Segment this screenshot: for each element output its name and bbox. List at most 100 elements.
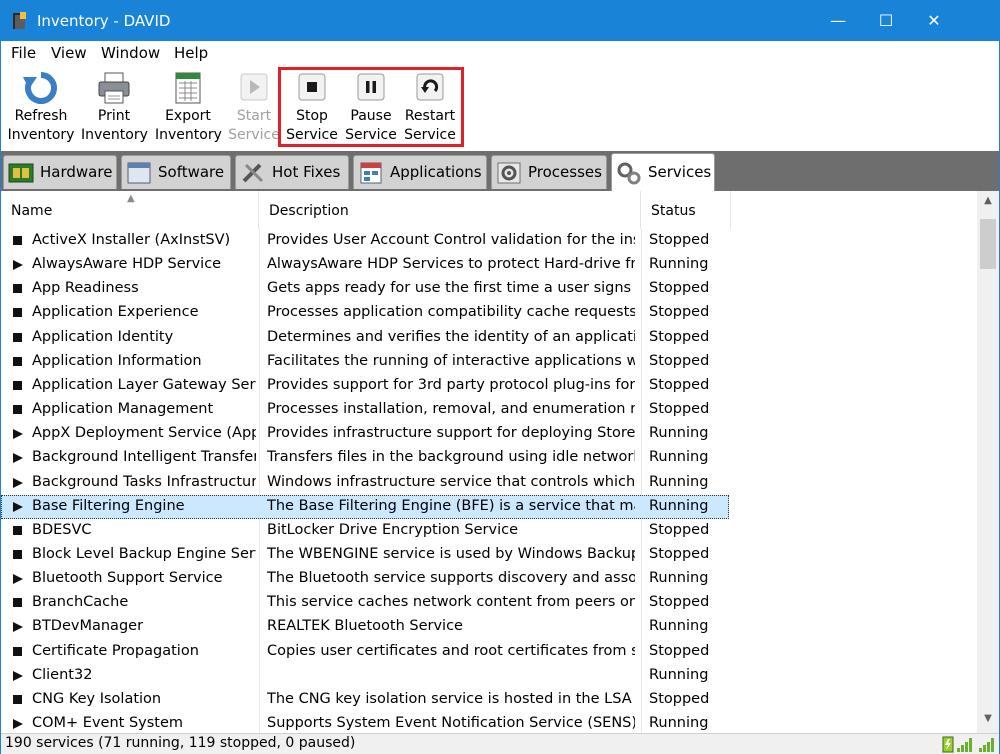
stopped-icon	[13, 405, 22, 415]
service-name: Application Information	[32, 352, 202, 369]
print-label-2: Inventory	[81, 127, 148, 143]
table-row[interactable]: Application Identity Determines and verif…	[1, 326, 729, 350]
service-name: Certificate Propagation	[32, 642, 199, 659]
tab-strip: Hardware Software Hot Fixes Applications…	[1, 151, 999, 191]
export-inventory-button[interactable]: Export Inventory	[155, 67, 222, 149]
table-row[interactable]: Background Tasks Infrastructur... Windows…	[1, 471, 729, 495]
minimize-button[interactable]: —	[815, 1, 861, 41]
service-status: Stopped	[649, 642, 710, 659]
start-label-1: Start	[236, 108, 272, 124]
table-row[interactable]: Application Experience Processes applicat…	[1, 301, 729, 325]
table-row[interactable]: Block Level Backup Engine Serv... The WBE…	[1, 543, 729, 567]
service-name: Background Intelligent Transfer...	[32, 449, 256, 466]
stopped-icon	[13, 356, 22, 366]
maximize-button[interactable]: ☐	[863, 1, 909, 41]
scroll-down-arrow-icon[interactable]: ▼	[977, 713, 999, 731]
table-row[interactable]: Background Intelligent Transfer... Transf…	[1, 446, 729, 470]
column-header-name[interactable]: Name ▲	[1, 191, 259, 229]
menu-help[interactable]: Help	[174, 44, 208, 62]
menu-window[interactable]: Window	[101, 44, 160, 62]
service-name: Application Identity	[32, 328, 174, 345]
close-button[interactable]: ✕	[911, 1, 957, 41]
table-row[interactable]: CNG Key Isolation The CNG key isolation s…	[1, 688, 729, 712]
service-description: Supports System Event Notification Servi…	[267, 715, 635, 731]
service-status: Running	[649, 618, 709, 635]
table-row[interactable]: Application Management Processes installa…	[1, 398, 729, 422]
tab-services[interactable]: Services	[611, 153, 715, 191]
running-icon	[13, 574, 23, 585]
tab-software[interactable]: Software	[121, 155, 231, 189]
status-icons	[942, 736, 994, 753]
table-row[interactable]: Application Information Facilitates the r…	[1, 350, 729, 374]
stopped-icon	[13, 332, 22, 342]
table-row[interactable]: ActiveX Installer (AxInstSV) Provides Use…	[1, 229, 729, 253]
table-row[interactable]: Bluetooth Support Service The Bluetooth s…	[1, 567, 729, 591]
table-row[interactable]: Base Filtering Engine The Base Filtering …	[1, 494, 729, 519]
table-row[interactable]: AlwaysAware HDP Service AlwaysAware HDP S…	[1, 253, 729, 277]
tab-hardware[interactable]: Hardware	[3, 155, 117, 189]
running-icon	[13, 501, 23, 512]
service-controls-highlight	[278, 67, 464, 147]
running-icon	[13, 719, 23, 729]
service-name: Base Filtering Engine	[32, 497, 185, 514]
stopped-icon	[13, 694, 22, 704]
stopped-icon	[13, 236, 22, 245]
tools-icon	[242, 163, 264, 183]
table-row[interactable]: BDESVC BitLocker Drive Encryption Service…	[1, 519, 729, 543]
tab-applications[interactable]: Applications	[353, 155, 487, 189]
print-inventory-button[interactable]: Print Inventory	[81, 67, 148, 149]
table-row[interactable]: Client32 Running	[1, 664, 729, 688]
refresh-label-1: Refresh	[14, 108, 68, 124]
menu-view[interactable]: View	[51, 44, 87, 62]
service-status: Stopped	[649, 376, 710, 393]
service-name: BranchCache	[32, 594, 129, 611]
table-row[interactable]: BTDevManager REALTEK Bluetooth Service Run…	[1, 615, 729, 639]
service-description: Determines and verifies the identity of …	[267, 328, 635, 345]
table-row[interactable]: App Readiness Gets apps ready for use the…	[1, 277, 729, 301]
service-description: This service caches network content from…	[267, 594, 635, 611]
service-description: REALTEK Bluetooth Service	[267, 618, 463, 635]
running-icon	[13, 477, 23, 488]
table-row[interactable]: Certificate Propagation Copies user certi…	[1, 640, 729, 664]
table-row[interactable]: COM+ Event System Supports System Event N…	[1, 712, 729, 733]
export-icon	[175, 72, 201, 104]
print-label-1: Print	[97, 108, 131, 124]
column-header-status[interactable]: Status	[641, 191, 731, 229]
service-description: The Bluetooth service supports discovery…	[267, 570, 635, 587]
service-name: Client32	[32, 666, 93, 683]
table-row[interactable]: BranchCache This service caches network c…	[1, 591, 729, 615]
service-status: Stopped	[649, 401, 710, 418]
service-status: Running	[649, 256, 709, 273]
tab-hot-fixes[interactable]: Hot Fixes	[235, 155, 349, 189]
status-summary: 190 services (71 running, 119 stopped, 0…	[5, 735, 356, 751]
service-status: Stopped	[649, 328, 710, 345]
tab-processes[interactable]: Processes	[491, 155, 607, 189]
sort-ascending-icon: ▲	[127, 193, 135, 204]
column-header-description[interactable]: Description	[259, 191, 641, 229]
vertical-scrollbar[interactable]: ▲ ▼	[977, 191, 999, 733]
service-description: Processes installation, removal, and enu…	[267, 401, 635, 418]
column-name-label: Name	[11, 203, 53, 219]
menu-bar: File View Window Help	[1, 41, 999, 65]
refresh-icon	[23, 72, 57, 104]
service-description: The WBENGINE service is used by Windows …	[267, 545, 635, 562]
start-service-button[interactable]: Start Service	[227, 67, 281, 149]
stopped-icon	[13, 549, 22, 559]
table-row[interactable]: AppX Deployment Service (App... Provides …	[1, 422, 729, 446]
apps-icon	[360, 162, 382, 184]
running-icon	[13, 670, 23, 681]
table-row[interactable]: Application Layer Gateway Serv... Provide…	[1, 374, 729, 398]
services-list[interactable]: Name ▲ Description Status ActiveX Instal…	[1, 191, 977, 733]
service-description: Transfers files in the background using …	[267, 449, 635, 466]
refresh-inventory-button[interactable]: Refresh Inventory	[7, 67, 75, 149]
scroll-up-arrow-icon[interactable]: ▲	[977, 195, 999, 213]
stopped-icon	[13, 308, 22, 318]
service-description: AlwaysAware HDP Services to protect Hard…	[267, 256, 635, 273]
gears-icon	[617, 162, 641, 185]
scroll-thumb[interactable]	[980, 219, 996, 269]
service-name: App Readiness	[32, 280, 139, 297]
title-bar[interactable]: Inventory - DAVID — ☐ ✕	[1, 1, 999, 41]
menu-file[interactable]: File	[11, 44, 36, 62]
service-name: COM+ Event System	[32, 715, 184, 731]
service-name: Bluetooth Support Service	[32, 570, 223, 587]
